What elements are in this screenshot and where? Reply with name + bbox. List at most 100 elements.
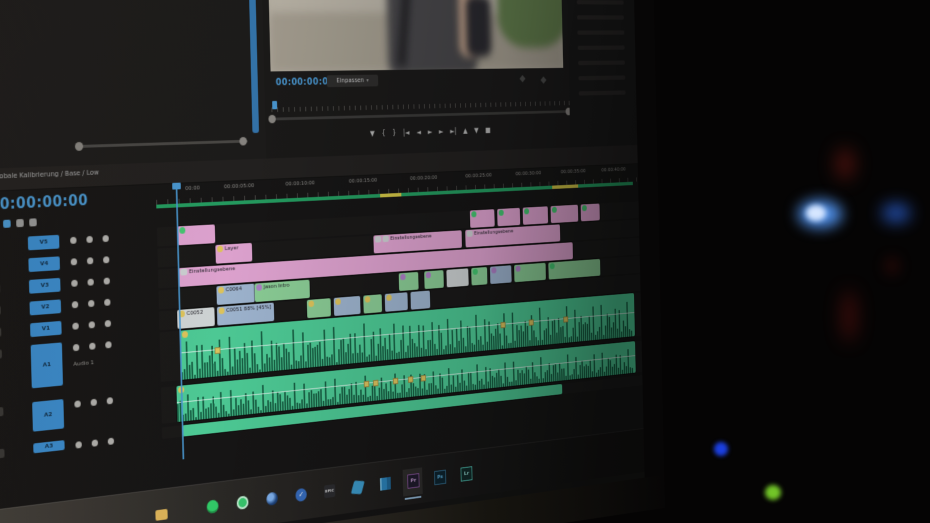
track-toggle-icon[interactable]	[105, 341, 111, 348]
settings-icon[interactable]	[541, 76, 547, 83]
timeline-clip[interactable]	[363, 294, 382, 313]
taskbar-icon-whatsapp[interactable]	[237, 495, 249, 510]
track-lock-icon[interactable]	[0, 449, 5, 459]
extract-button[interactable]: ▼	[474, 126, 479, 134]
timeline-clip[interactable]: C0064	[216, 284, 255, 305]
timeline-clip[interactable]	[424, 270, 444, 289]
source-patch-V5[interactable]: V5	[28, 235, 60, 251]
program-mini-timeline[interactable]	[271, 95, 569, 112]
track-toggle-icon[interactable]	[104, 277, 110, 284]
source-patch-V1[interactable]: V1	[30, 321, 62, 337]
taskbar-icon-epic-games[interactable]: EPIC	[324, 484, 335, 498]
volume-keyframe[interactable]	[364, 381, 370, 388]
source-patch-A1[interactable]: A1	[31, 342, 63, 388]
track-toggle-icon[interactable]	[88, 300, 94, 307]
program-timecode[interactable]: 00:00:00:00	[276, 77, 335, 88]
timeline-clip[interactable]	[490, 265, 512, 284]
taskbar-icon-lightroom[interactable]: Lr	[461, 466, 473, 481]
zoom-slider[interactable]	[79, 140, 248, 148]
track-toggle-icon[interactable]	[87, 257, 93, 264]
timeline-clip[interactable]	[410, 290, 430, 309]
timeline-clip[interactable]	[548, 259, 600, 280]
track-toggle-icon[interactable]	[70, 237, 77, 244]
track-toggle-icon[interactable]	[103, 256, 109, 263]
taskbar-icon-premiere-pro[interactable]: Pr	[407, 473, 419, 489]
step-forward-button[interactable]: ►	[439, 127, 444, 135]
track-toggle-icon[interactable]	[89, 321, 95, 328]
timeline-clip[interactable]	[471, 267, 487, 286]
track-toggle-icon[interactable]	[72, 322, 79, 329]
timeline-clip[interactable]	[497, 208, 520, 227]
track-toggle-icon[interactable]	[75, 441, 82, 449]
track-toggle-icon[interactable]	[89, 343, 95, 350]
track-toggle-icon[interactable]	[86, 236, 92, 243]
source-patch-V4[interactable]: V4	[28, 256, 60, 272]
panel-scrollbar[interactable]	[248, 0, 259, 133]
track-toggle-icon[interactable]	[71, 280, 78, 287]
track-toggle-icon[interactable]	[104, 299, 110, 306]
track-toggle-icon[interactable]	[105, 320, 111, 327]
timeline-clip[interactable]	[334, 296, 361, 316]
source-patch-A3[interactable]: A3	[33, 440, 64, 453]
timeline-clip[interactable]	[514, 263, 546, 282]
volume-keyframe[interactable]	[421, 375, 426, 382]
track-toggle-icon[interactable]	[102, 235, 108, 242]
wrench-icon[interactable]	[520, 75, 526, 82]
timeline-clip[interactable]	[523, 206, 548, 225]
lift-button[interactable]: ▲	[463, 126, 468, 134]
step-back-button[interactable]: ◄	[416, 128, 421, 136]
timeline-clip[interactable]: C0051 88% [45%]	[217, 303, 274, 326]
taskbar-icon-edge[interactable]	[266, 492, 278, 506]
timeline-clip[interactable]: Layer	[215, 243, 252, 264]
source-patch-V3[interactable]: V3	[29, 278, 61, 294]
zoom-slider-handle[interactable]	[239, 137, 247, 146]
go-to-out-button[interactable]: ►|	[450, 127, 457, 135]
program-playhead[interactable]	[272, 101, 277, 109]
timeline-clip[interactable]	[470, 209, 495, 228]
timeline-clip[interactable]: Jason Intro	[255, 280, 310, 302]
sequence-tab[interactable]: Globale Kalibrierung / Base / Low	[0, 169, 99, 181]
timeline-clip[interactable]	[581, 203, 600, 221]
taskbar-icon-movies-app[interactable]	[380, 477, 391, 491]
timeline-clip[interactable]	[307, 298, 331, 318]
go-to-in-button[interactable]: |◄	[403, 128, 410, 136]
track-toggle-icon[interactable]	[87, 279, 93, 286]
fit-dropdown[interactable]: Einpassen▾	[327, 75, 379, 88]
source-patch-A2[interactable]: A2	[32, 399, 64, 432]
export-frame-button[interactable]: ■	[485, 126, 491, 134]
volume-keyframe[interactable]	[373, 380, 379, 387]
zoom-slider-handle[interactable]	[75, 142, 83, 151]
timeline-clip[interactable]: C0052	[177, 307, 215, 329]
volume-keyframe[interactable]	[563, 316, 568, 322]
volume-keyframe[interactable]	[393, 378, 398, 385]
timeline-clip[interactable]	[178, 224, 216, 245]
add-marker-button[interactable]: ▼	[370, 129, 375, 137]
volume-keyframe[interactable]	[215, 347, 221, 354]
timeline-clip[interactable]	[551, 205, 579, 224]
track-toggle-icon[interactable]	[108, 438, 114, 445]
source-patch-V2[interactable]: V2	[29, 299, 61, 315]
program-scroll-handle[interactable]	[268, 115, 276, 124]
taskbar-icon-spotify[interactable]	[207, 499, 219, 514]
taskbar-icon-photoshop[interactable]: Ps	[434, 470, 446, 486]
track-lock-icon[interactable]	[0, 407, 3, 417]
track-toggle-icon[interactable]	[107, 397, 113, 404]
track-toggle-icon[interactable]	[92, 439, 98, 446]
track-toggle-icon[interactable]	[74, 400, 81, 407]
track-toggle-icon[interactable]	[91, 399, 97, 406]
track-lock-icon[interactable]	[0, 306, 1, 316]
mark-in-button[interactable]: {	[382, 129, 386, 137]
timeline-clip[interactable]	[385, 292, 408, 312]
timeline-clip[interactable]	[446, 268, 468, 287]
timeline-clip[interactable]	[399, 272, 419, 291]
track-toggle-icon[interactable]	[73, 344, 80, 351]
volume-keyframe[interactable]	[500, 322, 505, 328]
mark-out-button[interactable]: }	[392, 128, 396, 136]
taskbar-icon-file-explorer[interactable]	[155, 509, 167, 521]
volume-keyframe[interactable]	[408, 376, 413, 383]
play-button[interactable]: ►	[428, 127, 433, 135]
taskbar-icon-game-launcher[interactable]	[351, 481, 365, 494]
track-lock-icon[interactable]	[0, 328, 1, 338]
track-toggle-icon[interactable]	[71, 258, 78, 265]
track-lock-icon[interactable]	[0, 349, 2, 359]
